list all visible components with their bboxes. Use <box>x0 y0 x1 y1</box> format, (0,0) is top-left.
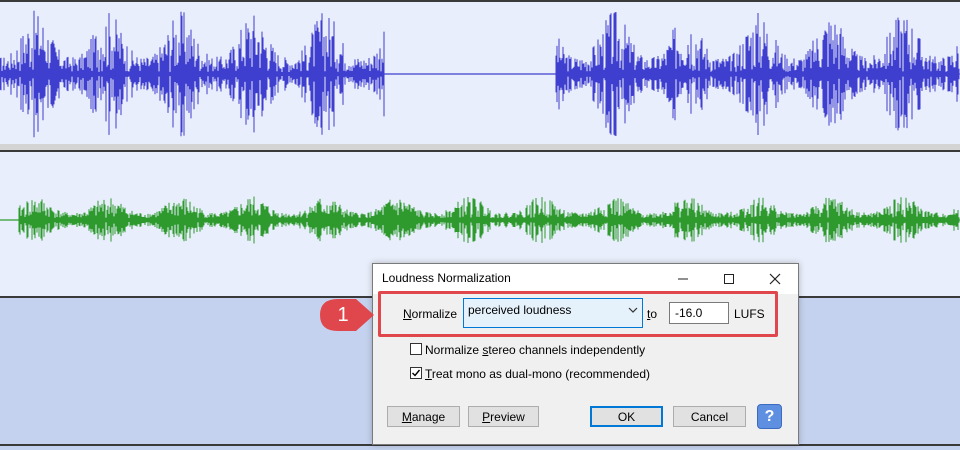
highlight-box <box>378 291 778 337</box>
stereo-independent-label: Normalize stereo channels independently <box>425 343 646 357</box>
minimize-icon <box>678 278 688 280</box>
cancel-button[interactable]: Cancel <box>673 406 746 427</box>
manage-button[interactable]: Manage <box>387 406 460 427</box>
checkmark-icon <box>412 369 421 377</box>
maximize-button[interactable] <box>706 264 752 294</box>
dialog-title: Loudness Normalization <box>382 271 511 285</box>
dialog-titlebar[interactable]: Loudness Normalization <box>373 264 798 294</box>
preview-button[interactable]: Preview <box>468 406 539 427</box>
waveform-1 <box>0 10 960 138</box>
close-button[interactable] <box>752 264 798 294</box>
audio-track-1[interactable] <box>0 0 960 146</box>
maximize-icon <box>724 274 734 284</box>
close-icon <box>769 273 781 285</box>
minimize-button[interactable] <box>660 264 706 294</box>
dual-mono-label: Treat mono as dual-mono (recommended) <box>425 367 650 381</box>
dual-mono-checkbox[interactable] <box>410 367 422 379</box>
ok-button[interactable]: OK <box>590 406 663 427</box>
callout-number: 1 <box>337 304 349 326</box>
stereo-independent-checkbox[interactable] <box>410 343 422 355</box>
help-button[interactable]: ? <box>757 404 782 429</box>
